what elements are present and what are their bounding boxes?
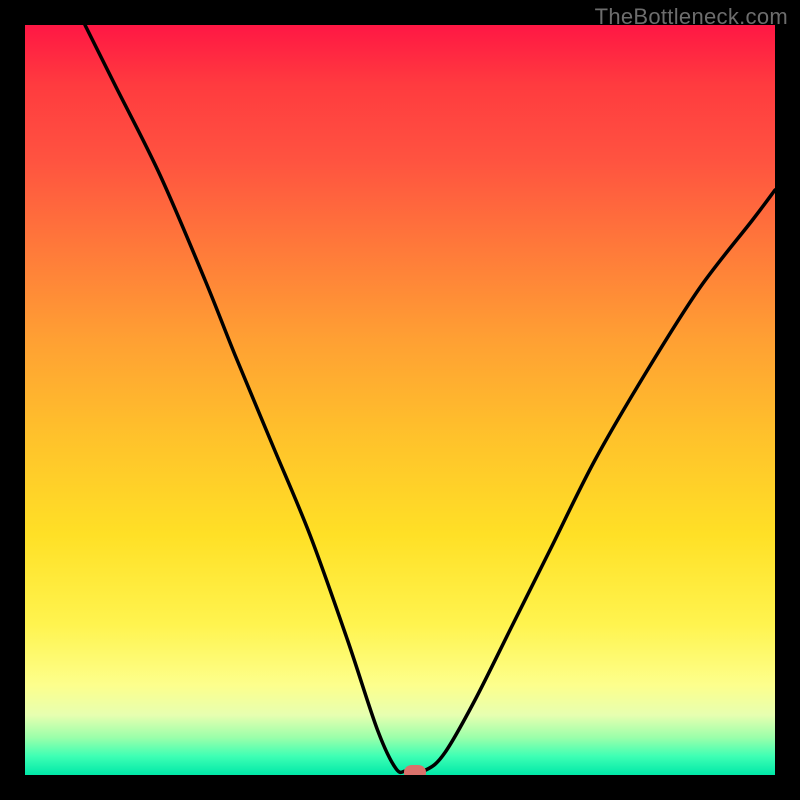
bottleneck-curve — [25, 25, 775, 775]
plot-area — [25, 25, 775, 775]
optimum-marker — [404, 765, 426, 775]
chart-frame: TheBottleneck.com — [0, 0, 800, 800]
watermark-text: TheBottleneck.com — [595, 4, 788, 30]
